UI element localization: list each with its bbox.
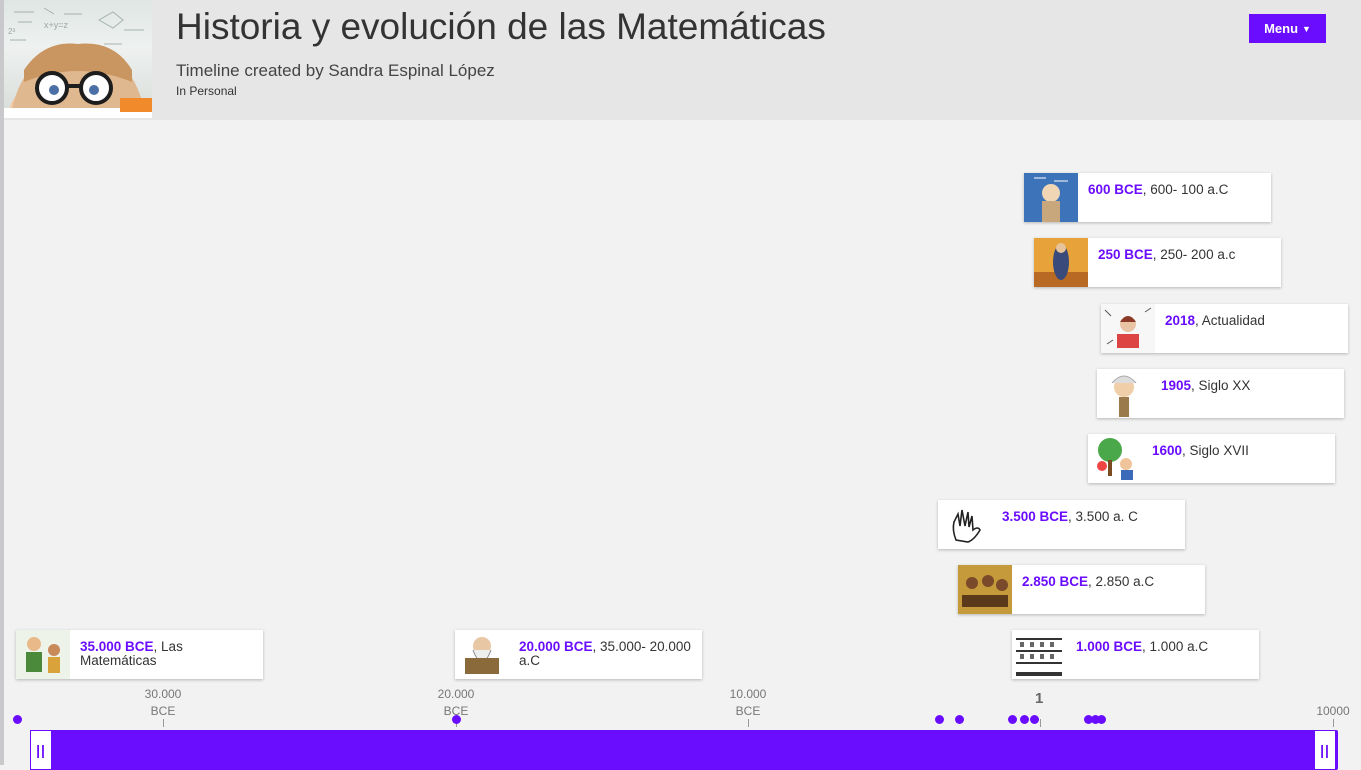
axis-tick: [163, 719, 164, 727]
timeline-range-bar[interactable]: [30, 730, 1338, 770]
event-card-2018[interactable]: 2018, Actualidad: [1101, 304, 1348, 353]
event-thumbnail: [1024, 173, 1078, 222]
range-handle-right[interactable]: ||: [1314, 730, 1336, 770]
page-title: Historia y evolución de las Matemáticas: [176, 6, 826, 47]
event-card-1600[interactable]: 1600, Siglo XVII: [1088, 434, 1335, 483]
axis-tick: [1040, 719, 1041, 727]
event-date: 3.500 BCE: [1002, 509, 1069, 524]
axis-label-10000: 10000: [1316, 704, 1350, 718]
event-date: 1600: [1152, 443, 1183, 458]
event-dot-35000bce[interactable]: [13, 715, 22, 724]
hand-icon: [938, 500, 992, 549]
event-description: , Siglo XVII: [1182, 443, 1249, 458]
event-description: , 3.500 a. C: [1068, 509, 1138, 524]
event-dot-3500bce[interactable]: [935, 715, 944, 724]
axis-tick: [748, 719, 749, 727]
event-description: , Siglo XX: [1191, 378, 1251, 393]
event-thumbnail: [1088, 434, 1142, 483]
event-description: , 250- 200 a.c: [1152, 247, 1236, 262]
axis-label-30000bce: 30.000 BCE: [144, 687, 182, 718]
event-thumbnail: [1101, 304, 1155, 353]
event-thumbnail: [16, 630, 70, 679]
timeline-header: x+y=z 2³ Historia y evolución de las Mat…: [4, 0, 1361, 120]
event-dot-600bce[interactable]: [1020, 715, 1029, 724]
caret-down-icon: ▼: [1302, 23, 1311, 34]
event-description: , Actualidad: [1195, 313, 1265, 328]
event-card-35000bce[interactable]: 35.000 BCE, Las Matemáticas: [16, 630, 263, 679]
event-dot-20000bce[interactable]: [452, 715, 461, 724]
event-card-1905[interactable]: 1905, Siglo XX: [1097, 369, 1344, 418]
event-thumbnail: [958, 565, 1012, 614]
event-date: 250 BCE: [1098, 247, 1153, 262]
event-date: 20.000 BCE: [519, 639, 593, 654]
event-thumbnail: [1012, 630, 1066, 679]
event-description: , 2.850 a.C: [1088, 574, 1155, 589]
event-dot-2018[interactable]: [1097, 715, 1106, 724]
axis-label-10000bce: 10.000 BCE: [729, 687, 767, 718]
range-handle-left[interactable]: ||: [30, 730, 52, 770]
event-thumbnail: [1097, 369, 1151, 418]
event-dot-2850bce[interactable]: [955, 715, 964, 724]
menu-button[interactable]: Menu ▼: [1249, 14, 1326, 43]
event-dot-250bce[interactable]: [1030, 715, 1039, 724]
svg-text:x+y=z: x+y=z: [44, 20, 69, 30]
event-description: , 1.000 a.C: [1142, 639, 1209, 654]
author-line: Timeline created by Sandra Espinal López: [176, 61, 495, 80]
event-card-3500bce[interactable]: 3.500 BCE, 3.500 a. C: [938, 500, 1185, 549]
event-card-2850bce[interactable]: 2.850 BCE, 2.850 a.C: [958, 565, 1205, 614]
axis-label-year-1: 1: [1035, 690, 1044, 707]
event-date: 600 BCE: [1088, 182, 1143, 197]
event-date: 2.850 BCE: [1022, 574, 1089, 589]
event-thumbnail: [1034, 238, 1088, 287]
author-avatar: x+y=z 2³: [4, 0, 152, 118]
svg-text:2³: 2³: [8, 27, 15, 36]
event-date: 1.000 BCE: [1076, 639, 1143, 654]
event-thumbnail: [455, 630, 509, 679]
event-card-1000bce[interactable]: 1.000 BCE, 1.000 a.C: [1012, 630, 1259, 679]
event-dot-1000bce[interactable]: [1008, 715, 1017, 724]
event-date: 35.000 BCE: [80, 639, 154, 654]
event-card-20000bce[interactable]: 20.000 BCE, 35.000- 20.000 a.C: [455, 630, 702, 679]
event-date: 2018: [1165, 313, 1196, 328]
category-label: In Personal: [176, 84, 237, 98]
menu-label: Menu: [1264, 21, 1299, 36]
event-card-250bce[interactable]: 250 BCE, 250- 200 a.c: [1034, 238, 1281, 287]
event-description: , 600- 100 a.C: [1142, 182, 1229, 197]
axis-tick: [1333, 719, 1334, 727]
event-date: 1905: [1161, 378, 1192, 393]
event-card-600bce[interactable]: 600 BCE, 600- 100 a.C: [1024, 173, 1271, 222]
